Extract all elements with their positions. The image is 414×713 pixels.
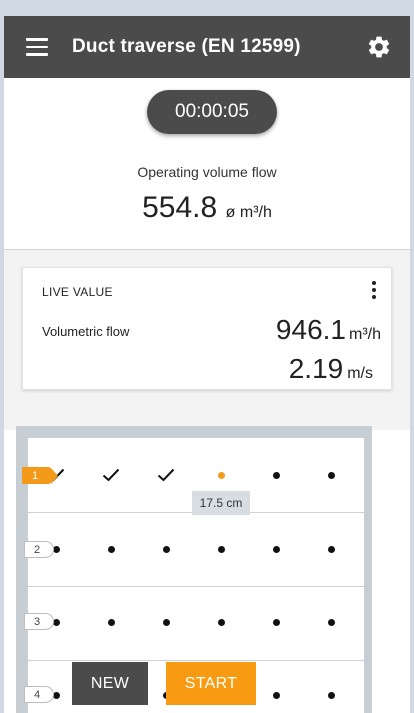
measuring-point <box>327 545 335 553</box>
measuring-point <box>107 618 115 626</box>
row-tag-1[interactable]: 1 <box>22 467 58 484</box>
measuring-point <box>272 618 280 626</box>
measuring-point <box>162 618 170 626</box>
summary-panel: 00:00:05 Operating volume flow 554.8 ø m… <box>4 78 410 250</box>
app-title: Duct traverse (EN 12599) <box>72 36 301 57</box>
measuring-point <box>217 618 225 626</box>
operating-volume-flow-readout: 554.8 ø m³/h <box>4 191 410 225</box>
measured-point-check-icon <box>157 468 175 487</box>
measuring-point <box>327 618 335 626</box>
measuring-point <box>107 545 115 553</box>
operating-volume-flow-unit: ø m³/h <box>225 204 272 221</box>
new-button[interactable]: NEW <box>72 662 148 705</box>
grid-row-divider <box>28 586 364 587</box>
gear-icon[interactable] <box>366 34 392 60</box>
volumetric-flow-readout: 946.1 m³/h <box>276 314 381 346</box>
measuring-point <box>272 545 280 553</box>
velocity-value: 2.19 <box>288 353 344 384</box>
timer-badge: 00:00:05 <box>147 90 277 134</box>
more-options-icon[interactable] <box>369 281 379 301</box>
velocity-unit: m/s <box>347 365 373 382</box>
row-tag-3[interactable]: 3 <box>24 613 54 630</box>
measuring-point <box>327 471 335 479</box>
current-measuring-point <box>217 471 225 479</box>
live-value-card: LIVE VALUE Volumetric flow 946.1 m³/h 2.1… <box>22 267 392 390</box>
app-bar: Duct traverse (EN 12599) <box>4 16 410 78</box>
hamburger-menu-icon[interactable] <box>26 38 48 56</box>
measuring-point <box>217 545 225 553</box>
grid-row-divider <box>28 660 364 661</box>
row-tag-2[interactable]: 2 <box>24 541 54 558</box>
window-frame-right <box>410 0 414 713</box>
measuring-point <box>327 691 335 699</box>
measuring-point <box>272 471 280 479</box>
window-frame-top <box>0 0 414 16</box>
start-button[interactable]: START <box>166 662 256 705</box>
operating-volume-flow-value: 554.8 <box>142 191 218 224</box>
live-value-title: LIVE VALUE <box>42 285 113 299</box>
measuring-point <box>162 545 170 553</box>
measuring-point <box>272 691 280 699</box>
volumetric-flow-unit: m³/h <box>349 326 381 343</box>
volumetric-flow-value: 946.1 <box>275 314 346 345</box>
volumetric-flow-label: Volumetric flow <box>42 324 130 339</box>
current-depth-tooltip: 17.5 cm <box>192 491 250 515</box>
operating-volume-flow-label: Operating volume flow <box>137 164 277 180</box>
measured-point-check-icon <box>102 468 120 487</box>
velocity-readout: 2.19 m/s <box>289 353 373 385</box>
row-tag-4[interactable]: 4 <box>24 686 54 703</box>
